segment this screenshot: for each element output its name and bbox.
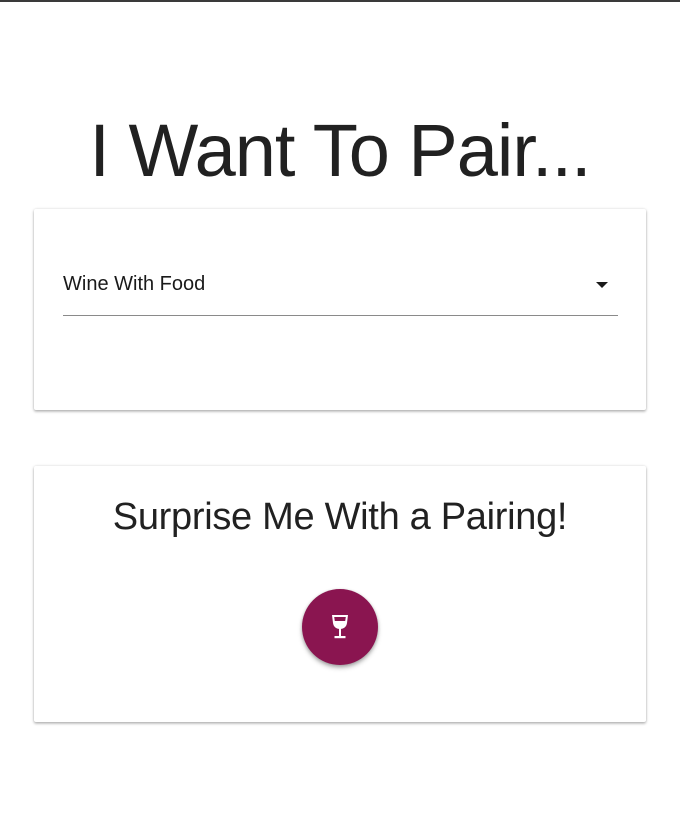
surprise-me-button[interactable] xyxy=(302,589,378,665)
pairing-type-select[interactable]: Wine With Food xyxy=(63,265,618,316)
surprise-pairing-card: Surprise Me With a Pairing! xyxy=(34,466,646,722)
top-divider xyxy=(0,0,680,2)
surprise-heading: Surprise Me With a Pairing! xyxy=(112,496,568,538)
pairing-type-selected-value: Wine With Food xyxy=(63,273,206,295)
wine-glass-icon xyxy=(330,614,350,640)
pairing-type-card: Wine With Food xyxy=(34,209,646,410)
dropdown-arrow-icon[interactable] xyxy=(596,282,608,288)
page-title: I Want To Pair... xyxy=(89,108,591,192)
